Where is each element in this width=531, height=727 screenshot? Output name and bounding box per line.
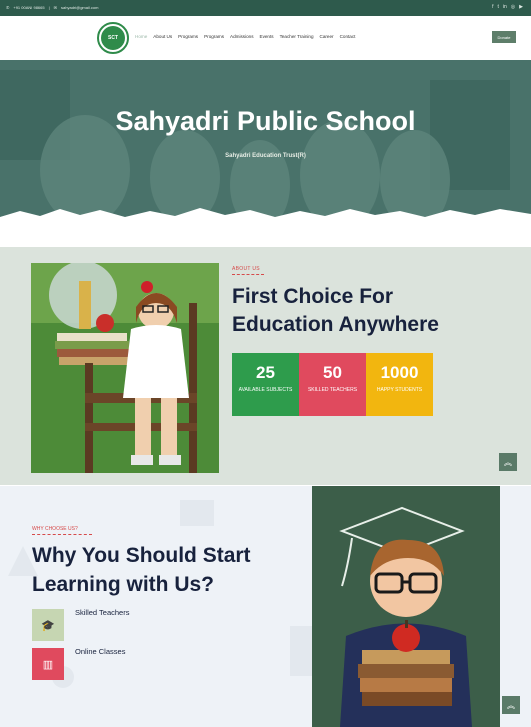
contact-info: ✆ +91 00ANI 98665 | ✉ sahyadri@gmail.com <box>6 5 98 10</box>
email-address[interactable]: sahyadri@gmail.com <box>61 5 98 10</box>
nav-item-admissions[interactable]: Admissions <box>230 34 254 39</box>
why-label-underline <box>32 534 92 535</box>
social-links: f t in ◎ ▶ <box>492 4 523 10</box>
nav-menu: Home About Us Programs Programs Admissio… <box>135 34 355 39</box>
school-logo[interactable]: SCT <box>97 22 129 54</box>
torn-paper-divider <box>0 208 531 225</box>
scroll-to-top-button[interactable]: ︽ <box>499 453 517 471</box>
boy-with-books-illustration <box>312 486 500 727</box>
about-label-underline <box>232 274 264 275</box>
stat-label: AVAILABLE SUBJECTS <box>238 387 293 393</box>
girl-with-books-illustration <box>31 263 219 473</box>
why-choose-section: WHY CHOOSE US? Why You Should Start Lear… <box>0 486 531 727</box>
feature-icon-box: ▥ <box>32 648 64 680</box>
main-navigation: SCT Home About Us Programs Programs Admi… <box>0 16 531 60</box>
decorative-dots <box>180 500 214 526</box>
hero-subtitle: Sahyadri Education Trust(R) <box>225 153 306 159</box>
top-bar: ✆ +91 00ANI 98665 | ✉ sahyadri@gmail.com… <box>0 0 531 16</box>
stat-value: 50 <box>323 363 342 382</box>
nav-item-teacher-training[interactable]: Teacher Training <box>280 34 314 39</box>
logo-badge: SCT <box>101 26 125 50</box>
stat-students: 1000 HAPPY STUDENTS <box>366 353 433 416</box>
nav-item-about[interactable]: About Us <box>153 34 172 39</box>
about-label: ABOUT US <box>232 266 260 272</box>
youtube-icon[interactable]: ▶ <box>519 4 523 10</box>
stat-subjects: 25 AVAILABLE SUBJECTS <box>232 353 299 416</box>
feature-skilled-teachers: Skilled Teachers <box>75 608 130 617</box>
twitter-icon[interactable]: t <box>497 4 498 10</box>
stat-value: 1000 <box>380 363 419 382</box>
divider: | <box>48 5 50 10</box>
stat-label: HAPPY STUDENTS <box>376 387 423 393</box>
nav-item-programs-2[interactable]: Programs <box>204 34 224 39</box>
feature-online-classes: Online Classes <box>75 647 126 656</box>
why-heading: Why You Should Start Learning with Us? <box>32 544 251 596</box>
feature-icon-box: 🎓 <box>32 609 64 641</box>
about-section: ABOUT US First Choice For Education Anyw… <box>0 247 531 485</box>
scroll-to-top-button-2[interactable]: ︽ <box>502 696 520 714</box>
instagram-icon[interactable]: ◎ <box>511 4 515 10</box>
nav-item-events[interactable]: Events <box>260 34 274 39</box>
decorative-dots <box>290 626 312 676</box>
nav-item-career[interactable]: Career <box>320 34 334 39</box>
nav-item-programs[interactable]: Programs <box>178 34 198 39</box>
hero-title: Sahyadri Public School <box>115 106 416 136</box>
chevron-double-up-icon: ︽ <box>507 700 515 710</box>
phone-number[interactable]: +91 00ANI 98665 <box>13 5 44 10</box>
stat-label: SKILLED TEACHERS <box>307 387 358 393</box>
nav-item-home[interactable]: Home <box>135 34 147 39</box>
graduation-cap-icon: 🎓 <box>41 619 55 632</box>
stat-teachers: 50 SKILLED TEACHERS <box>299 353 366 416</box>
email-icon: ✉ <box>53 5 58 10</box>
phone-icon: ✆ <box>6 5 10 10</box>
donate-button[interactable]: Donate <box>492 31 516 43</box>
nav-item-contact[interactable]: Contact <box>340 34 356 39</box>
about-photo <box>31 263 219 473</box>
book-icon: ▥ <box>42 658 54 671</box>
facebook-icon[interactable]: f <box>492 4 493 10</box>
stat-value: 25 <box>256 363 275 382</box>
about-heading: First Choice For Education Anywhere <box>232 285 439 336</box>
boy-photo <box>312 486 500 727</box>
linkedin-icon[interactable]: in <box>503 4 507 10</box>
why-label: WHY CHOOSE US? <box>32 526 78 532</box>
chevron-double-up-icon: ︽ <box>504 457 512 467</box>
